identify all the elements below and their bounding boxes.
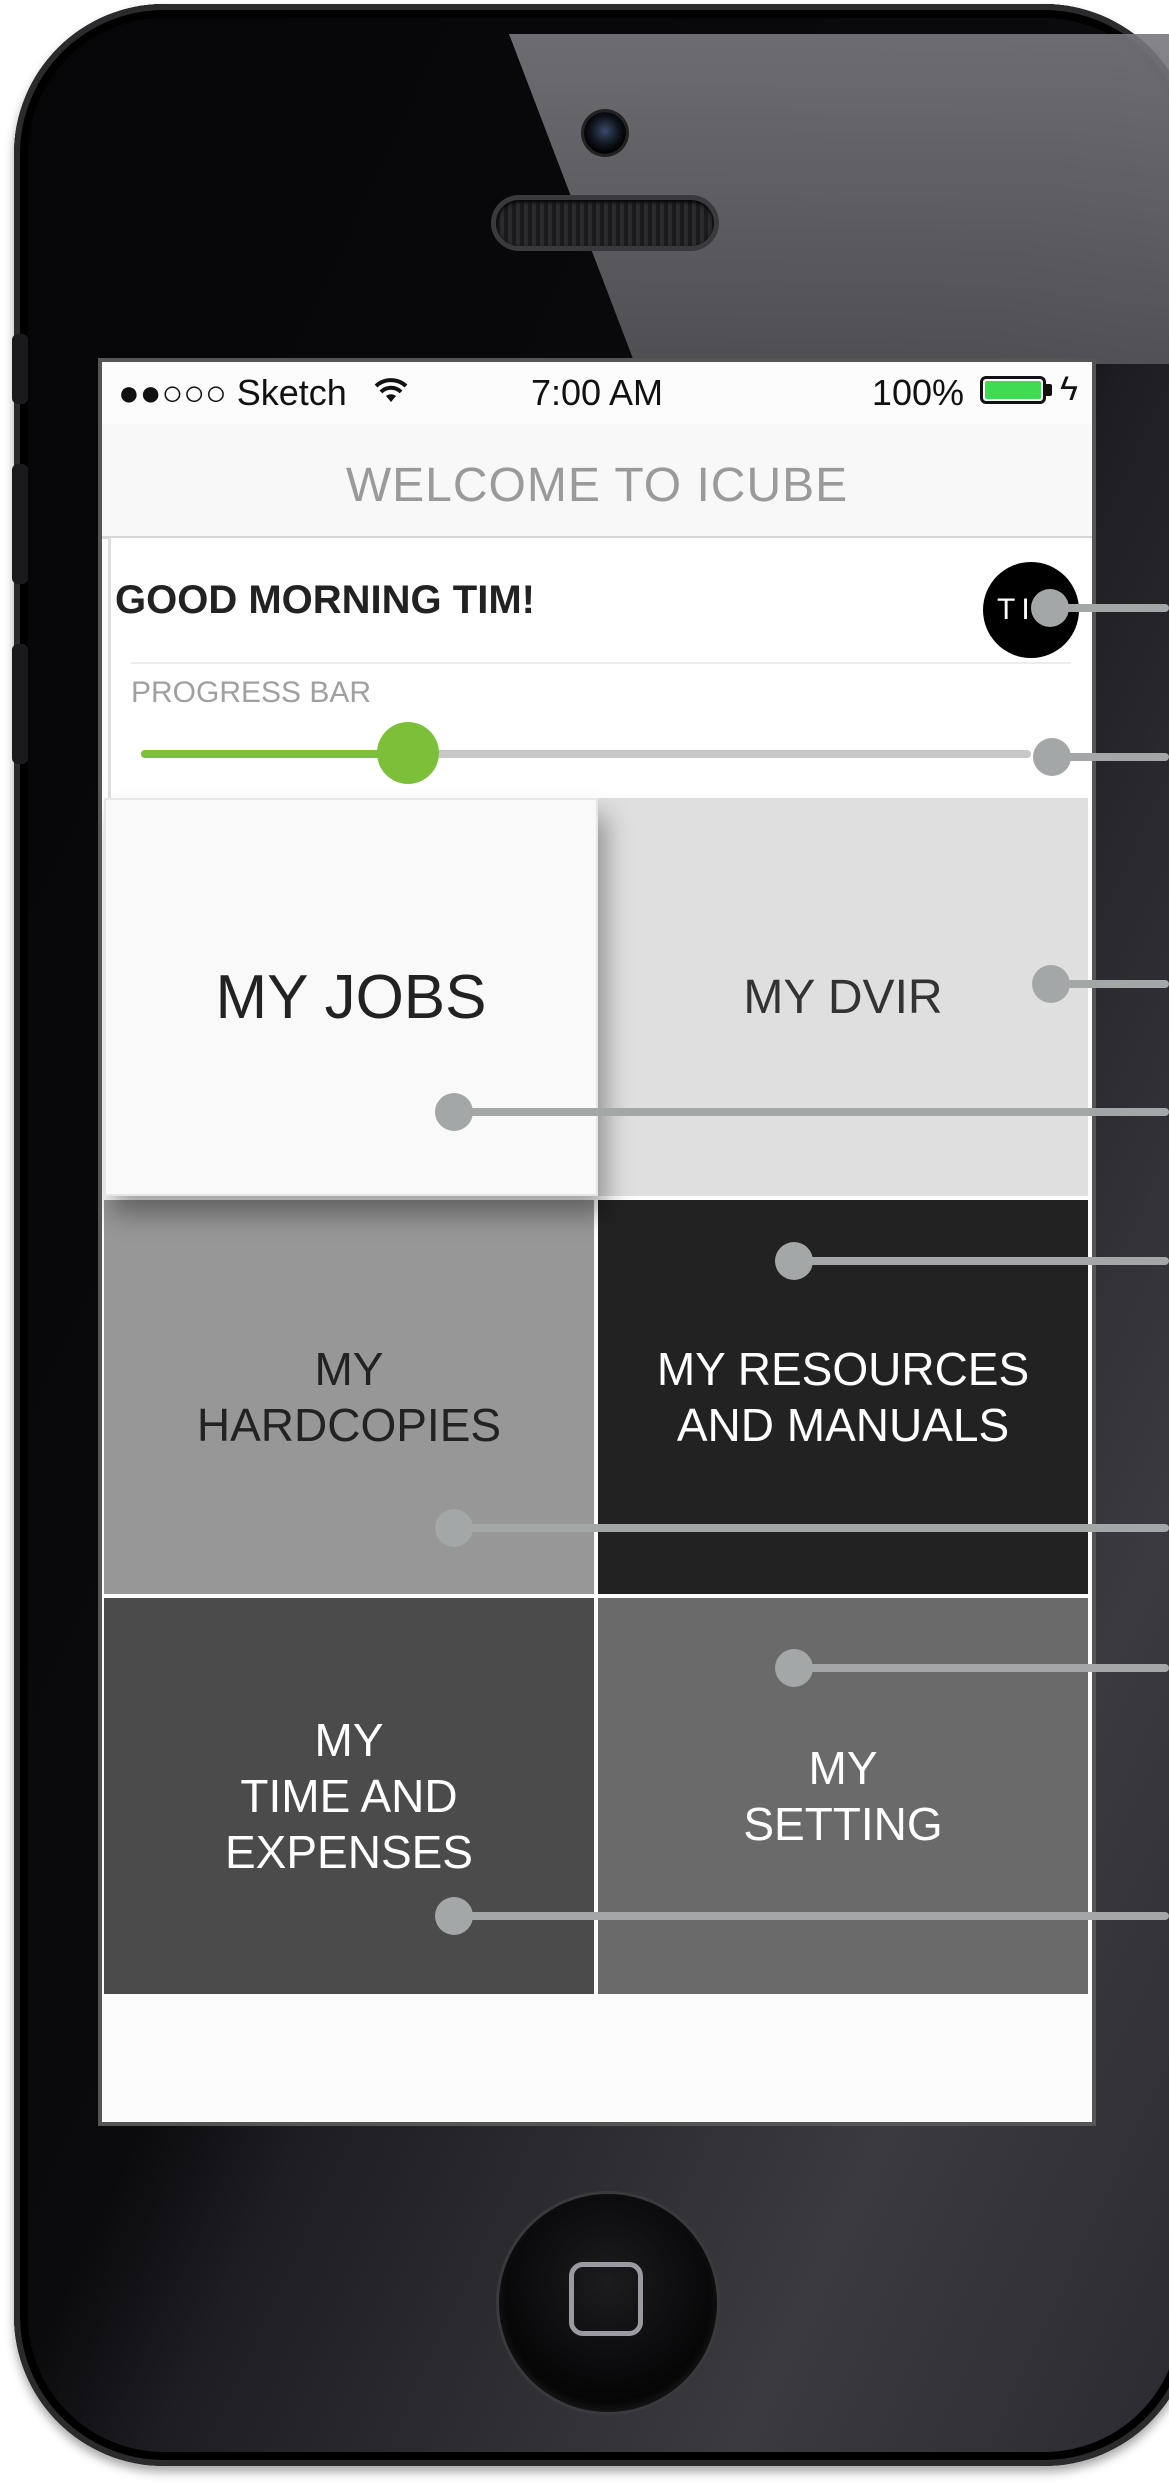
- progress-knob[interactable]: [377, 722, 439, 784]
- battery-icon: [980, 376, 1046, 404]
- page-title: WELCOME TO ICUBE: [345, 459, 849, 512]
- tile-my-jobs[interactable]: MY JOBS: [104, 798, 598, 1196]
- app-screen: ●●○○○ Sketch 7:00 AM 100% ϟ WELCOME TO I…: [102, 362, 1092, 2122]
- earpiece-speaker: [496, 200, 714, 246]
- callout-line-jobs: [454, 1108, 1169, 1116]
- callout-line-setting: [794, 1664, 1169, 1672]
- phone-glare: [509, 34, 1169, 364]
- progress-fill: [141, 750, 408, 758]
- callout-dot-dvir: [1032, 965, 1070, 1003]
- nav-bar: WELCOME TO ICUBE: [102, 424, 1092, 539]
- tile-my-setting[interactable]: MY SETTING: [598, 1598, 1088, 1994]
- home-square-icon: [569, 2262, 643, 2336]
- callout-dot-time-expenses: [435, 1897, 473, 1935]
- mute-switch: [12, 334, 28, 404]
- front-camera: [584, 112, 626, 154]
- callout-dot-progress: [1033, 738, 1071, 776]
- charging-bolt-icon: ϟ: [1060, 370, 1078, 408]
- volume-down-button: [12, 644, 28, 764]
- greeting-card: GOOD MORNING TIM! TIM PROGRESS BAR: [108, 538, 1092, 808]
- divider: [131, 662, 1071, 664]
- callout-dot-avatar: [1031, 589, 1069, 627]
- greeting-text: GOOD MORNING TIM!: [115, 578, 535, 622]
- tile-my-time-and-expenses[interactable]: MY TIME AND EXPENSES: [104, 1598, 594, 1994]
- callout-line-hardcopies: [454, 1524, 1169, 1532]
- callout-dot-setting: [775, 1649, 813, 1687]
- battery-percent: 100%: [871, 372, 964, 413]
- tile-my-dvir[interactable]: MY DVIR: [598, 798, 1088, 1196]
- progress-label: PROGRESS BAR: [131, 676, 372, 709]
- callout-dot-hardcopies: [435, 1509, 473, 1547]
- status-bar: ●●○○○ Sketch 7:00 AM 100% ϟ: [102, 362, 1092, 424]
- battery-tip-icon: [1046, 384, 1052, 396]
- progress-track: [141, 722, 1031, 784]
- tile-my-hardcopies[interactable]: MY HARDCOPIES: [104, 1200, 594, 1594]
- callout-line-time-expenses: [454, 1912, 1169, 1920]
- volume-up-button: [12, 464, 28, 584]
- callout-line-resources: [794, 1257, 1169, 1265]
- callout-dot-jobs: [435, 1093, 473, 1131]
- callout-dot-resources: [775, 1242, 813, 1280]
